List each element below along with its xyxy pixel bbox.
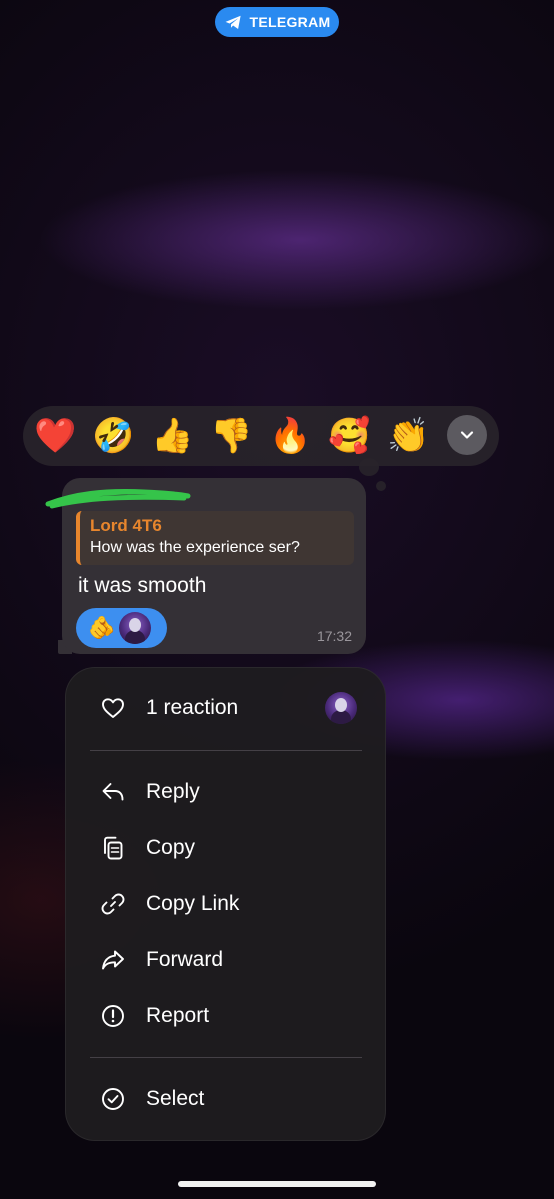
expand-reactions-button[interactable] bbox=[447, 415, 487, 455]
reaction-smiling-hearts[interactable]: 🥰 bbox=[328, 415, 370, 457]
link-icon bbox=[100, 891, 126, 917]
menu-reactions-row[interactable]: 1 reaction bbox=[66, 684, 385, 732]
forward-label: Forward bbox=[146, 948, 224, 971]
reaction-rofl[interactable]: 🤣 bbox=[92, 415, 134, 457]
reply-label: Reply bbox=[146, 780, 200, 803]
menu-item-forward[interactable]: Forward bbox=[66, 936, 385, 984]
check-circle-icon bbox=[100, 1086, 126, 1112]
copy-icon bbox=[100, 835, 126, 861]
menu-item-copy[interactable]: Copy bbox=[66, 824, 385, 872]
menu-divider bbox=[90, 750, 362, 751]
heart-icon bbox=[100, 695, 126, 721]
message-reaction-chip[interactable]: 🫵 bbox=[76, 608, 167, 648]
menu-item-report[interactable]: Report bbox=[66, 992, 385, 1040]
report-label: Report bbox=[146, 1004, 210, 1027]
home-indicator[interactable] bbox=[178, 1181, 376, 1187]
reaction-picker: ❤️ 🤣 👍 👎 🔥 🥰 👏 bbox=[23, 406, 499, 466]
redaction-scribble bbox=[45, 489, 191, 509]
message-time: 17:32 bbox=[316, 628, 352, 644]
reaction-thumbs-up[interactable]: 👍 bbox=[151, 415, 193, 457]
menu-divider bbox=[90, 1057, 362, 1058]
picker-tail-dot bbox=[376, 481, 386, 491]
chevron-down-icon bbox=[460, 431, 474, 439]
forward-icon bbox=[100, 947, 126, 973]
menu-item-copy-link[interactable]: Copy Link bbox=[66, 880, 385, 928]
telegram-logo-icon bbox=[225, 15, 241, 29]
reactions-count-label: 1 reaction bbox=[146, 696, 239, 719]
picker-tail bbox=[359, 458, 379, 476]
reaction-fire[interactable]: 🔥 bbox=[269, 415, 311, 457]
telegram-banner[interactable]: TELEGRAM bbox=[215, 7, 339, 37]
reply-quote[interactable]: Lord 4T6 How was the experience ser? bbox=[76, 511, 354, 565]
reactor-avatar bbox=[119, 612, 152, 644]
chip-emoji: 🫵 bbox=[88, 615, 116, 640]
reply-sender-name: Lord 4T6 bbox=[90, 516, 162, 535]
banner-label: TELEGRAM bbox=[249, 14, 331, 30]
select-label: Select bbox=[146, 1087, 205, 1110]
reactor-avatar bbox=[325, 692, 357, 724]
copy-label: Copy bbox=[146, 836, 196, 859]
message-text: it was smooth bbox=[78, 574, 207, 597]
reaction-thumbs-down[interactable]: 👎 bbox=[210, 415, 252, 457]
report-icon bbox=[100, 1003, 126, 1029]
copy-link-label: Copy Link bbox=[146, 892, 240, 915]
reply-quoted-text: How was the experience ser? bbox=[90, 539, 300, 556]
menu-item-select[interactable]: Select bbox=[66, 1075, 385, 1123]
context-menu: 1 reaction Reply Copy Copy Link Forward … bbox=[65, 667, 386, 1141]
reply-icon bbox=[100, 779, 126, 805]
menu-item-reply[interactable]: Reply bbox=[66, 768, 385, 816]
reaction-heart[interactable]: ❤️ bbox=[34, 415, 76, 457]
reaction-clap[interactable]: 👏 bbox=[387, 415, 429, 457]
